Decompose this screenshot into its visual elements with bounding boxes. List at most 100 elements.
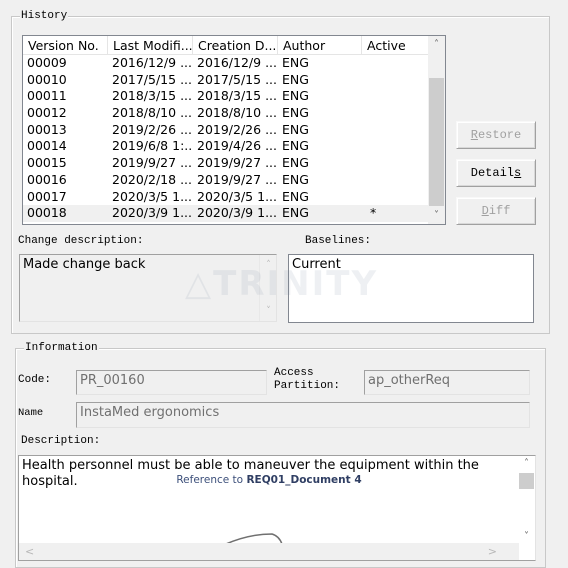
scroll-up-arrow-icon[interactable]: ˄ (428, 36, 445, 53)
history-group-title: History (20, 9, 69, 23)
information-group-title: Information (24, 341, 99, 355)
active-cell (362, 88, 429, 105)
scroll-right-arrow-icon[interactable]: > (488, 543, 497, 560)
history-row[interactable]: 00018 2020/3/9 1... 2020/3/9 1... ENG * (23, 205, 429, 222)
history-row[interactable]: 00011 2018/3/15 ... 2018/3/15 ... ENG (23, 88, 429, 105)
author-cell: ENG (282, 88, 309, 104)
active-cell (362, 189, 429, 206)
last-modified-cell: 2020/2/18 ... (112, 171, 192, 187)
reference-link[interactable]: REQ01_Document 4 (246, 474, 361, 486)
scrollbar-thumb[interactable] (429, 78, 444, 206)
access-partition-field[interactable]: ap_otherReq (364, 370, 530, 395)
history-row[interactable]: 00017 2020/3/5 1... 2020/3/5 1... ENG (23, 189, 429, 206)
creation-date-cell: 2018/3/15 ... (197, 88, 277, 104)
last-modified-cell: 2020/3/9 1... (112, 205, 192, 221)
description-vscrollbar[interactable]: ˄ ˅ (518, 456, 535, 560)
history-list-scrollbar[interactable]: ˄ ˅ (428, 36, 445, 224)
column-header-creation-date[interactable]: Creation D... (193, 36, 278, 55)
scroll-down-arrow-icon[interactable]: ˅ (518, 531, 535, 542)
active-cell: * (370, 205, 377, 221)
author-cell: ENG (282, 205, 309, 221)
version-cell: 00018 (27, 205, 67, 221)
author-cell: ENG (282, 71, 309, 87)
code-field[interactable]: PR_00160 (76, 370, 267, 395)
active-cell (362, 105, 429, 122)
version-cell: 00014 (27, 138, 67, 154)
last-modified-cell: 2019/6/8 1:... (112, 138, 193, 154)
active-cell (362, 122, 429, 139)
code-label: Code: (18, 374, 52, 386)
history-row[interactable]: 00014 2019/6/8 1:... 2019/4/26 ... ENG (23, 138, 429, 155)
active-cell (362, 172, 429, 189)
version-cell: 00012 (27, 105, 67, 121)
author-cell: ENG (282, 55, 309, 70)
creation-date-cell: 2019/9/27 ... (197, 155, 277, 171)
description-label: Description: (21, 435, 101, 447)
column-header-author[interactable]: Author (278, 36, 362, 55)
history-row[interactable]: 00016 2020/2/18 ... 2019/9/27 ... ENG (23, 172, 429, 189)
details-button[interactable]: Details (456, 159, 536, 187)
active-cell (362, 155, 429, 172)
history-list-header: Version No. Last Modifi... Creation D...… (23, 36, 429, 55)
active-cell (362, 55, 429, 72)
name-field[interactable]: InstaMed ergonomics (76, 402, 530, 428)
last-modified-cell: 2020/3/5 1... (112, 188, 192, 204)
description-hscrollbar[interactable]: < > (19, 543, 519, 560)
last-modified-cell: 2018/3/15 ... (112, 88, 192, 104)
baselines-list[interactable]: Current (288, 254, 534, 323)
creation-date-cell: 2020/3/9 1... (197, 205, 277, 221)
column-header-version[interactable]: Version No. (23, 36, 108, 55)
change-description-text: Made change back (23, 257, 146, 272)
active-cell (362, 72, 429, 89)
scroll-up-arrow-icon[interactable]: ˄ (260, 257, 276, 273)
author-cell: ENG (282, 121, 309, 137)
scrollbar-thumb[interactable] (519, 473, 534, 489)
change-description-field[interactable]: Made change back ˄ ˅ (19, 254, 277, 322)
scroll-left-arrow-icon[interactable]: < (25, 543, 34, 560)
restore-button[interactable]: Restore (456, 121, 536, 149)
name-label: Name (18, 407, 44, 419)
description-reference[interactable]: Reference to REQ01_Document 4 (19, 474, 519, 486)
history-row[interactable]: 00012 2018/8/10 ... 2018/8/10 ... ENG (23, 105, 429, 122)
version-cell: 00011 (27, 88, 67, 104)
change-description-label: Change description: (18, 235, 144, 247)
last-modified-cell: 2017/5/15 ... (112, 71, 192, 87)
change-description-scrollbar[interactable]: ˄ ˅ (259, 255, 276, 321)
description-field[interactable]: Health personnel must be able to maneuve… (18, 455, 536, 561)
baselines-label: Baselines: (305, 235, 372, 247)
author-cell: ENG (282, 188, 309, 204)
history-row[interactable]: 00015 2019/9/27 ... 2019/9/27 ... ENG (23, 155, 429, 172)
scroll-down-arrow-icon[interactable]: ˅ (428, 207, 445, 224)
author-cell: ENG (282, 105, 309, 121)
history-list[interactable]: Version No. Last Modifi... Creation D...… (22, 35, 446, 225)
creation-date-cell: 2020/3/5 1... (197, 188, 277, 204)
last-modified-cell: 2016/12/9 ... (112, 55, 192, 70)
creation-date-cell: 2017/5/15 ... (197, 71, 277, 87)
last-modified-cell: 2019/9/27 ... (112, 155, 192, 171)
version-cell: 00009 (27, 55, 67, 70)
active-cell (362, 138, 429, 155)
version-cell: 00010 (27, 71, 67, 87)
baseline-item[interactable]: Current (292, 257, 530, 273)
version-cell: 00015 (27, 155, 67, 171)
author-cell: ENG (282, 138, 309, 154)
creation-date-cell: 2018/8/10 ... (197, 105, 277, 121)
author-cell: ENG (282, 171, 309, 187)
history-row[interactable]: 00013 2019/2/26 ... 2019/2/26 ... ENG (23, 122, 429, 139)
creation-date-cell: 2019/4/26 ... (197, 138, 277, 154)
last-modified-cell: 2019/2/26 ... (112, 121, 192, 137)
name-value: InstaMed ergonomics (80, 405, 220, 420)
last-modified-cell: 2018/8/10 ... (112, 105, 192, 121)
author-cell: ENG (282, 155, 309, 171)
version-cell: 00016 (27, 171, 67, 187)
history-row[interactable]: 00009 2016/12/9 ... 2016/12/9 ... ENG (23, 55, 429, 72)
version-cell: 00013 (27, 121, 67, 137)
column-header-last-modified[interactable]: Last Modifi... (108, 36, 193, 55)
scroll-up-arrow-icon[interactable]: ˄ (518, 458, 535, 469)
history-row[interactable]: 00010 2017/5/15 ... 2017/5/15 ... ENG (23, 72, 429, 89)
creation-date-cell: 2016/12/9 ... (197, 55, 277, 70)
access-partition-value: ap_otherReq (368, 373, 451, 388)
column-header-active[interactable]: Active (362, 36, 429, 55)
scroll-down-arrow-icon[interactable]: ˅ (260, 303, 276, 319)
diff-button[interactable]: Diff (456, 197, 536, 225)
